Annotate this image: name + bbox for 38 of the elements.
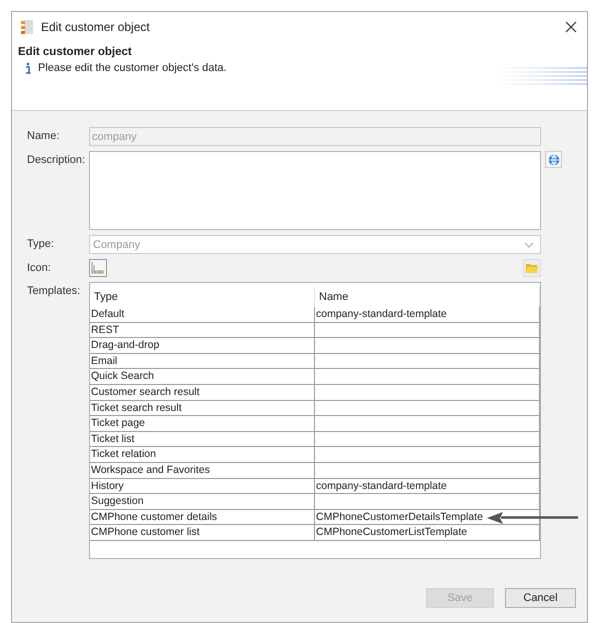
table-cell: company-standard-template [315, 478, 540, 494]
table-cell: Ticket page [90, 416, 315, 432]
window-title: Edit customer object [41, 20, 151, 34]
globe-icon [548, 154, 560, 166]
app-icon [20, 18, 34, 34]
table-cell: CMPhone customer list [90, 525, 315, 541]
info-icon [25, 62, 31, 74]
table-cell: Email [90, 354, 315, 370]
table-cell: Ticket relation [90, 447, 315, 463]
description-field[interactable] [89, 151, 541, 230]
table-cell: History [90, 478, 315, 494]
table-cell: CMPhone customer details [90, 510, 315, 526]
field-label: Type: [27, 237, 55, 250]
table-cell: Drag-and-drop [90, 338, 315, 354]
dialog-button[interactable]: Cancel [505, 588, 576, 608]
column-header[interactable]: Name [315, 287, 540, 307]
header-title: Edit customer object [18, 46, 133, 58]
close-icon[interactable] [565, 20, 577, 32]
field-label: Icon: [27, 261, 52, 274]
table-cell: Ticket list [90, 432, 315, 448]
column-header[interactable]: Type [90, 287, 315, 307]
factory-icon [91, 262, 105, 274]
field-label: Description: [27, 153, 86, 166]
table-cell: CMPhoneCustomerListTemplate [315, 525, 540, 541]
table-cell: Default [90, 307, 315, 323]
table-cell: Customer search result [90, 384, 315, 401]
info-text: Please edit the customer object's data. [38, 62, 227, 74]
chevron-icon [524, 242, 534, 248]
field-label: Templates: [27, 284, 82, 297]
table-cell: company-standard-template [315, 307, 540, 323]
table-cell: Ticket search result [90, 400, 315, 416]
table-cell: Suggestion [90, 494, 315, 510]
translate-button[interactable] [545, 151, 562, 168]
table-cell: REST [90, 322, 315, 338]
folder-icon [526, 263, 538, 273]
table-cell: Workspace and Favorites [90, 462, 315, 479]
field-label: Name: [27, 129, 60, 142]
table-cell: Quick Search [90, 369, 315, 385]
